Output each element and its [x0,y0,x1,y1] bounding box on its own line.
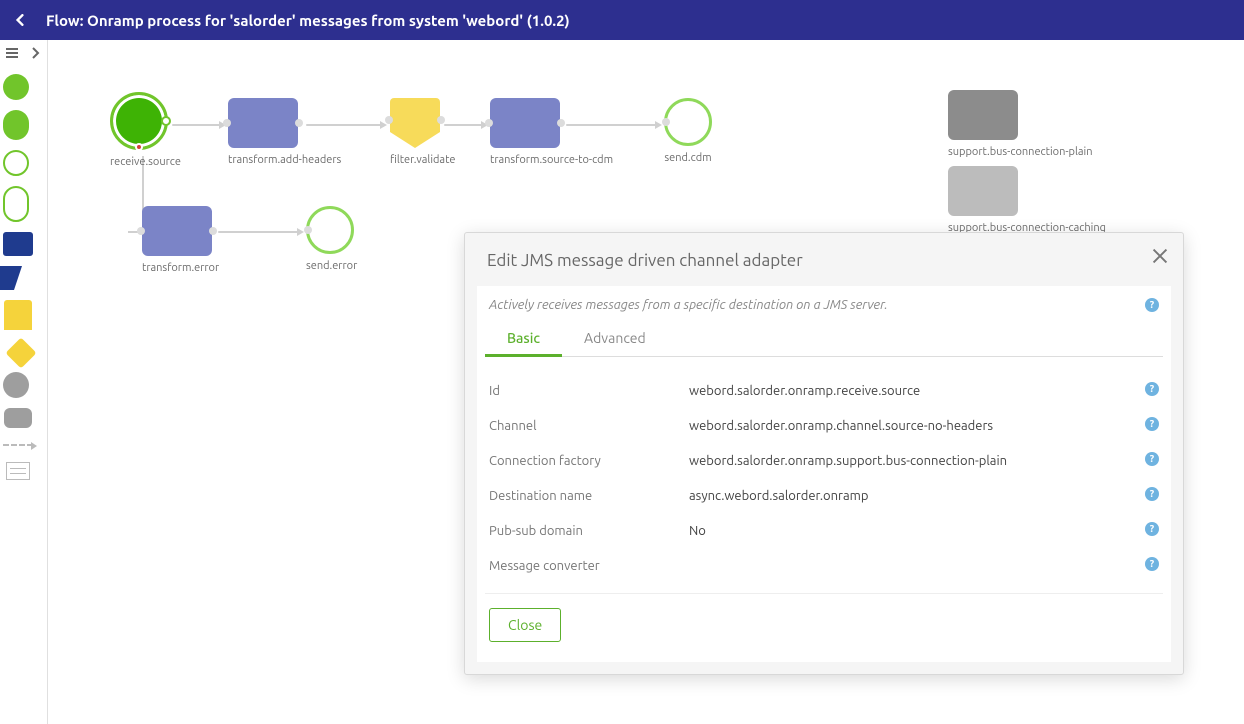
palette-item-service[interactable] [3,232,33,256]
prop-row-destination-name: Destination name async.webord.salorder.o… [485,478,1163,513]
tab-advanced[interactable]: Advanced [562,322,668,356]
svg-text:?: ? [1150,299,1155,310]
dialog-tabs: Basic Advanced [485,322,1163,357]
properties-table: Id webord.salorder.onramp.receive.source… [485,373,1163,583]
palette-item-filter[interactable] [4,300,32,330]
prop-value[interactable]: webord.salorder.onramp.receive.source [685,373,1137,408]
node-label: send.error [306,260,357,272]
palette-header [0,46,47,64]
node-filter-validate[interactable]: filter.validate [390,98,455,166]
prop-label: Channel [485,408,685,443]
menu-icon[interactable] [5,46,19,60]
prop-label: Destination name [485,478,685,513]
prop-label: Id [485,373,685,408]
dialog-close-button[interactable] [1151,247,1169,265]
help-icon[interactable]: ? [1145,452,1159,466]
dialog-footer: Close [485,593,1163,648]
node-label: transform.add-headers [228,154,341,166]
node-label: receive.source [110,156,181,168]
svg-text:?: ? [1150,453,1155,464]
dialog-description: Actively receives messages from a specif… [489,298,888,312]
palette-item-outbound-adapter[interactable] [3,150,29,176]
help-icon[interactable]: ? [1145,417,1159,431]
connector [218,231,298,233]
svg-text:?: ? [1150,488,1155,499]
palette-item-transformer[interactable] [14,266,22,290]
node-label: transform.error [142,262,219,274]
prop-label: Connection factory [485,443,685,478]
help-icon[interactable]: ? [1145,487,1159,501]
node-transform-error[interactable]: transform.error [142,206,219,274]
prop-value[interactable]: webord.salorder.onramp.channel.source-no… [685,408,1137,443]
palette-item-channel[interactable] [3,444,33,458]
prop-row-message-converter: Message converter ? [485,548,1163,583]
dialog-title: Edit JMS message driven channel adapter [465,233,1183,274]
help-icon[interactable]: ? [1145,557,1159,571]
prop-row-id: Id webord.salorder.onramp.receive.source… [485,373,1163,408]
help-icon[interactable]: ? [1145,298,1159,312]
svg-text:?: ? [1150,523,1155,534]
chevron-left-icon [14,14,26,26]
header-bar: Flow: Onramp process for 'salorder' mess… [0,0,1244,40]
palette-item-router[interactable] [5,337,36,368]
tab-basic[interactable]: Basic [485,322,562,357]
chevron-right-icon[interactable] [29,46,43,60]
node-receive-source[interactable]: receive.source [110,92,181,168]
node-label: filter.validate [390,154,455,166]
help-icon[interactable]: ? [1145,382,1159,396]
prop-row-channel: Channel webord.salorder.onramp.channel.s… [485,408,1163,443]
prop-value[interactable]: async.webord.salorder.onramp [685,478,1137,513]
node-send-error[interactable]: send.error [306,206,357,272]
prop-value[interactable] [685,548,1137,583]
node-transform-source-to-cdm[interactable]: transform.source-to-cdm [490,98,613,166]
close-icon [1151,247,1169,265]
edit-adapter-dialog: Edit JMS message driven channel adapter … [464,232,1184,675]
prop-value[interactable]: webord.salorder.onramp.support.bus-conne… [685,443,1137,478]
node-label: send.cdm [664,152,712,164]
dialog-body: Actively receives messages from a specif… [477,286,1171,662]
svg-text:?: ? [1150,418,1155,429]
palette-item-note[interactable] [6,462,30,480]
svg-text:?: ? [1150,383,1155,394]
prop-row-pub-sub-domain: Pub-sub domain No ? [485,513,1163,548]
node-label: support.bus-connection-plain [948,146,1092,158]
prop-value[interactable]: No [685,513,1137,548]
palette-item-outbound-gateway[interactable] [3,186,29,222]
palette [0,40,48,724]
palette-item-inbound-adapter[interactable] [3,74,29,100]
page-title: Flow: Onramp process for 'salorder' mess… [46,12,570,29]
node-transform-add-headers[interactable]: transform.add-headers [228,98,341,166]
node-send-cdm[interactable]: send.cdm [664,98,712,164]
svg-text:?: ? [1150,558,1155,569]
prop-label: Pub-sub domain [485,513,685,548]
node-label: transform.source-to-cdm [490,154,613,166]
back-button[interactable] [10,10,30,30]
help-icon[interactable]: ? [1145,522,1159,536]
prop-row-connection-factory: Connection factory webord.salorder.onram… [485,443,1163,478]
palette-item-support-block[interactable] [4,408,32,428]
palette-item-inbound-gateway[interactable] [3,110,29,140]
node-support-bus-connection-caching[interactable]: support.bus-connection-caching [948,166,1106,234]
palette-item-support-circle[interactable] [3,372,29,398]
prop-label: Message converter [485,548,685,583]
node-support-bus-connection-plain[interactable]: support.bus-connection-plain [948,90,1092,158]
close-button[interactable]: Close [489,608,561,642]
